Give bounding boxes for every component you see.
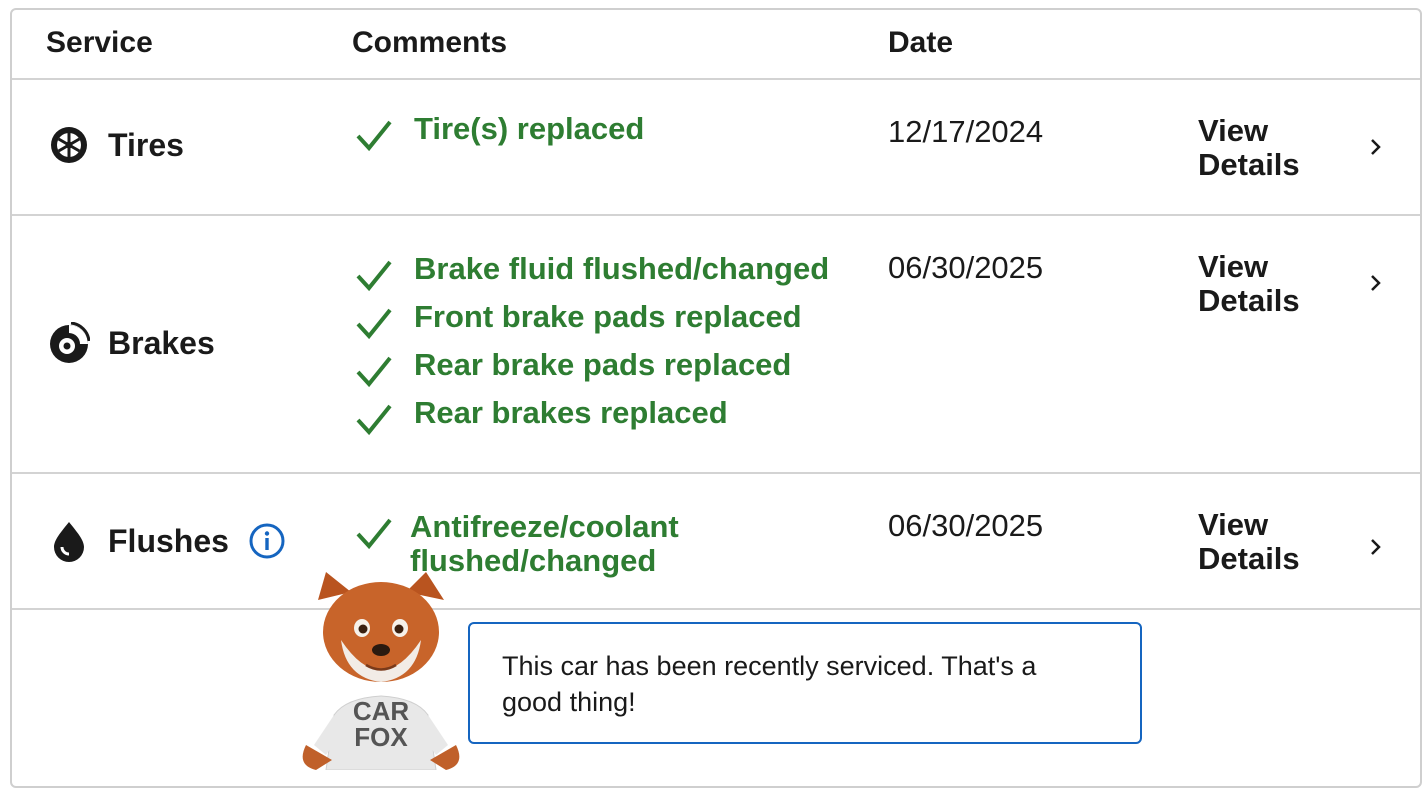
list-item: Tire(s) replaced: [352, 112, 644, 160]
header-date: Date: [888, 26, 954, 59]
check-icon: [356, 120, 392, 152]
info-icon[interactable]: [249, 523, 285, 559]
view-details-link[interactable]: View Details: [1198, 508, 1300, 576]
check-icon: [356, 356, 392, 388]
comments-cell: Antifreeze/coolant flushed/changed: [352, 510, 679, 578]
check-icon: [356, 404, 392, 436]
comments-cell: Tire(s) replaced: [352, 112, 644, 160]
header-comments: Comments: [352, 26, 508, 59]
drop-icon: [48, 520, 90, 562]
chevron-right-icon[interactable]: [1366, 136, 1386, 158]
details-label: Details: [1198, 147, 1300, 182]
view-details-link[interactable]: View Details: [1198, 250, 1300, 318]
comment-text: Front brake pads replaced: [414, 299, 802, 334]
details-label: View: [1198, 507, 1269, 542]
row-divider: [12, 608, 1420, 610]
header-service: Service: [46, 26, 153, 59]
list-item: Antifreeze/coolant flushed/changed: [352, 510, 679, 578]
comments-cell: Brake fluid flushed/changed Front brake …: [352, 252, 829, 444]
comment-text-line: Antifreeze/coolant: [410, 509, 679, 544]
list-item: Front brake pads replaced: [352, 300, 829, 348]
carfox-mascot-image: CAR FOX: [302, 572, 460, 770]
view-details-link[interactable]: View Details: [1198, 114, 1300, 182]
details-label: Details: [1198, 541, 1300, 576]
list-item: Rear brakes replaced: [352, 396, 829, 444]
chevron-right-icon[interactable]: [1366, 272, 1386, 294]
service-name: Tires: [108, 126, 184, 163]
tooltip-text: This car has been recently serviced. Tha…: [502, 651, 1037, 681]
mascot-shirt-text: FOX: [354, 722, 408, 752]
date-cell: 12/17/2024: [888, 114, 1044, 149]
comment-text: Antifreeze/coolant flushed/changed: [410, 510, 679, 578]
tire-icon: [48, 124, 90, 166]
service-cell: Brakes: [48, 322, 215, 364]
brake-icon: [48, 322, 90, 364]
check-icon: [356, 518, 392, 550]
service-name: Flushes: [108, 522, 229, 559]
list-item: Rear brake pads replaced: [352, 348, 829, 396]
comment-text: Tire(s) replaced: [414, 111, 645, 146]
service-name: Brakes: [108, 324, 215, 361]
check-icon: [356, 308, 392, 340]
list-item: Brake fluid flushed/changed: [352, 252, 829, 300]
tooltip-text: good thing!: [502, 687, 636, 717]
table-row-tires: Tires Tire(s) replaced 12/17/2024 View D…: [12, 80, 1420, 214]
table-row-flushes: Flushes Antifreeze/coolant flushed/chang…: [12, 474, 1420, 608]
details-label: Details: [1198, 283, 1300, 318]
chevron-right-icon[interactable]: [1366, 536, 1386, 558]
service-cell: Flushes: [48, 520, 285, 562]
details-label: View: [1198, 249, 1269, 284]
date-cell: 06/30/2025: [888, 250, 1044, 285]
date-cell: 06/30/2025: [888, 508, 1044, 543]
comment-text: Rear brake pads replaced: [414, 347, 792, 382]
details-label: View: [1198, 113, 1269, 148]
service-cell: Tires: [48, 124, 184, 166]
check-icon: [356, 260, 392, 292]
table-row-brakes: Brakes Brake fluid flushed/changed Front…: [12, 216, 1420, 472]
comment-text: Brake fluid flushed/changed: [414, 251, 830, 286]
serviced-tooltip: This car has been recently serviced. Tha…: [468, 622, 1142, 744]
comment-text: Rear brakes replaced: [414, 395, 728, 430]
